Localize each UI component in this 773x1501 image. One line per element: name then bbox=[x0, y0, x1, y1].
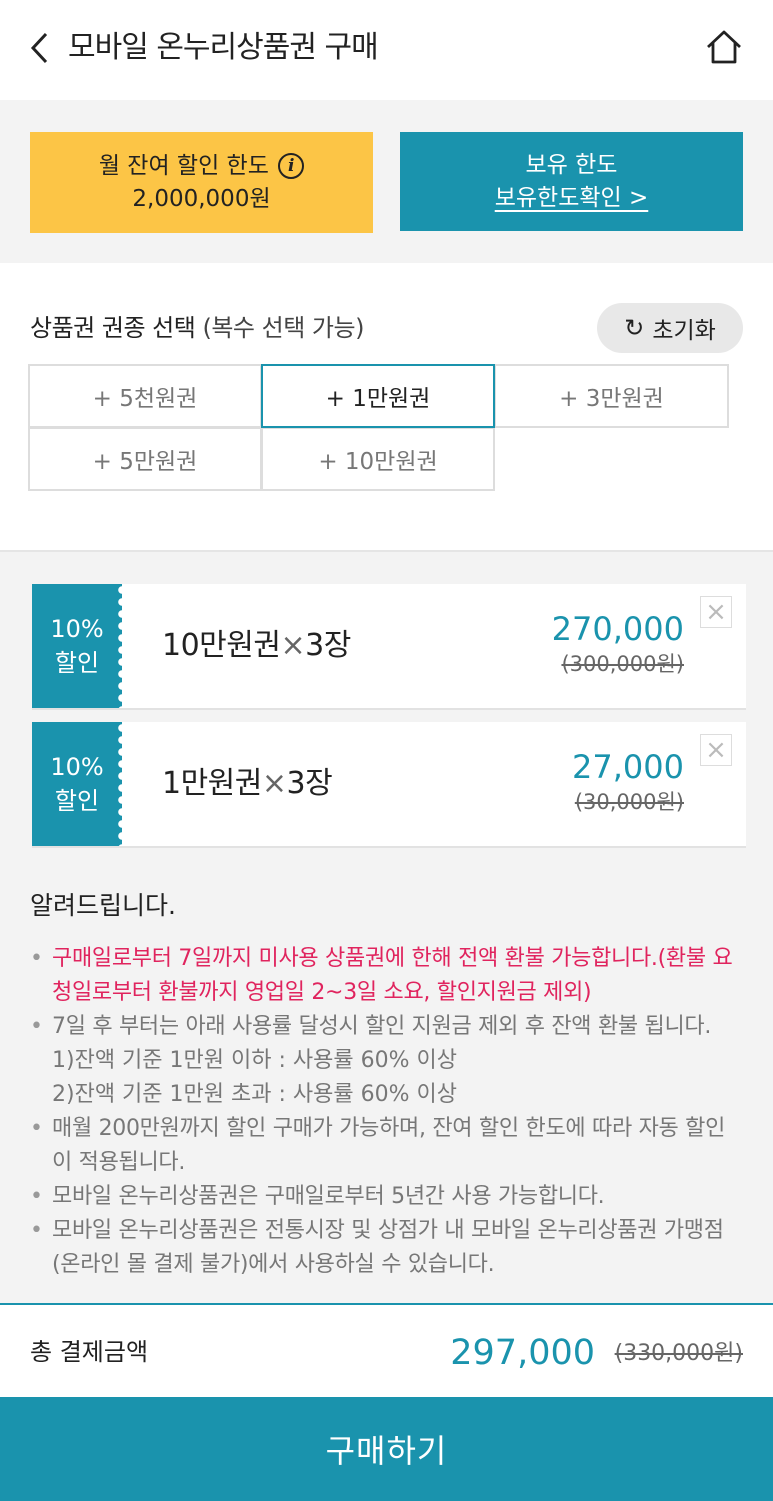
item-qty: 3장 bbox=[305, 628, 351, 663]
discount-rate: 10% bbox=[50, 615, 104, 643]
own-limit-box: 보유 한도 보유한도확인 > bbox=[400, 132, 743, 231]
chevron-left-icon bbox=[30, 32, 48, 64]
option-10k[interactable]: + 1만원권 bbox=[261, 364, 495, 428]
own-limit-label: 보유 한도 bbox=[525, 151, 618, 178]
item-voucher: 1만원권 bbox=[162, 766, 262, 801]
item-name: 10만원권×3장 bbox=[162, 626, 351, 666]
total-label: 총 결제금액 bbox=[30, 1338, 149, 1366]
option-30k[interactable]: + 3만원권 bbox=[494, 364, 729, 428]
item-name: 1만원권×3장 bbox=[162, 764, 333, 804]
select-title-sub: (복수 선택 가능) bbox=[202, 314, 364, 342]
monthly-limit-box: 월 잔여 할인 한도 i 2,000,000원 bbox=[30, 132, 373, 233]
monthly-limit-label: 월 잔여 할인 한도 bbox=[98, 152, 269, 179]
page-title: 모바일 온누리상품권 구매 bbox=[68, 30, 379, 65]
notice-list: 구매일로부터 7일까지 미사용 상품권에 한해 전액 환불 가능합니다.(환불 … bbox=[30, 942, 740, 1282]
own-limit-check-link[interactable]: 보유한도확인 > bbox=[495, 182, 649, 215]
purchase-button[interactable]: 구매하기 bbox=[0, 1397, 773, 1501]
discount-coupon: 10% 할인 bbox=[32, 584, 128, 708]
item-original-price: (300,000원) bbox=[561, 652, 684, 676]
discount-coupon: 10% 할인 bbox=[32, 722, 128, 846]
option-100k[interactable]: + 10만원권 bbox=[261, 427, 495, 491]
notice-refund-item: 구매일로부터 7일까지 미사용 상품권에 한해 전액 환불 가능합니다.(환불 … bbox=[30, 942, 740, 1010]
home-button[interactable] bbox=[703, 26, 745, 68]
app-header: 모바일 온누리상품권 구매 bbox=[0, 0, 773, 100]
close-icon: × bbox=[705, 597, 727, 627]
discount-label: 할인 bbox=[54, 787, 100, 815]
cart-item: 10% 할인 10만원권×3장 270,000 (300,000원) × bbox=[32, 584, 746, 710]
discount-rate: 10% bbox=[50, 753, 104, 781]
item-price: 270,000 bbox=[551, 610, 684, 648]
option-5k[interactable]: + 5천원권 bbox=[28, 364, 262, 428]
reset-button[interactable]: ↻ 초기화 bbox=[597, 303, 743, 353]
monthly-limit-value: 2,000,000원 bbox=[132, 185, 271, 212]
item-voucher: 10만원권 bbox=[162, 628, 281, 663]
total-bar: 총 결제금액 297,000 (330,000원) bbox=[0, 1303, 773, 1397]
voucher-select-section: 상품권 권종 선택 (복수 선택 가능) ↻ 초기화 + 5천원권 + 1만원권… bbox=[0, 263, 773, 550]
monthly-limit-label-row: 월 잔여 할인 한도 i bbox=[98, 150, 305, 183]
close-icon: × bbox=[705, 735, 727, 765]
notice-item: 7일 후 부터는 아래 사용률 달성시 할인 지원금 제외 후 잔액 환불 됩니… bbox=[30, 1010, 740, 1044]
notice-item: 매월 200만원까지 할인 구매가 가능하며, 잔여 할인 한도에 따라 자동 … bbox=[30, 1112, 740, 1180]
remove-item-button[interactable]: × bbox=[700, 596, 732, 628]
cart-item: 10% 할인 1만원권×3장 27,000 (30,000원) × bbox=[32, 722, 746, 848]
notice-item: 모바일 온누리상품권은 구매일로부터 5년간 사용 가능합니다. bbox=[30, 1180, 740, 1214]
discount-label: 할인 bbox=[54, 649, 100, 677]
item-price: 27,000 bbox=[572, 748, 684, 786]
total-price: 297,000 bbox=[450, 1333, 595, 1373]
notice-section: 알려드립니다. 구매일로부터 7일까지 미사용 상품권에 한해 전액 환불 가능… bbox=[30, 888, 740, 1282]
notice-title: 알려드립니다. bbox=[30, 891, 176, 920]
notice-sub-item: 1)잔액 기준 1만원 이하 : 사용률 60% 이상 bbox=[52, 1048, 457, 1073]
remove-item-button[interactable]: × bbox=[700, 734, 732, 766]
select-title-main: 상품권 권종 선택 bbox=[30, 314, 196, 342]
divider bbox=[0, 550, 773, 552]
notice-item: 모바일 온누리상품권은 전통시장 및 상점가 내 모바일 온누리상품권 가맹점(… bbox=[30, 1214, 740, 1282]
reset-label: 초기화 bbox=[652, 318, 716, 344]
back-button[interactable] bbox=[20, 28, 60, 68]
times-sign: × bbox=[261, 766, 287, 801]
limit-area: 월 잔여 할인 한도 i 2,000,000원 보유 한도 보유한도확인 > bbox=[0, 100, 773, 263]
info-icon[interactable]: i bbox=[278, 153, 305, 179]
item-qty: 3장 bbox=[286, 766, 333, 801]
select-title: 상품권 권종 선택 (복수 선택 가능) bbox=[30, 311, 364, 345]
home-icon bbox=[707, 30, 741, 64]
notice-sub-item: 2)잔액 기준 1만원 초과 : 사용률 60% 이상 bbox=[52, 1082, 457, 1107]
refresh-icon: ↻ bbox=[624, 314, 645, 342]
times-sign: × bbox=[280, 628, 306, 663]
total-original-price: (330,000원) bbox=[614, 1341, 743, 1366]
option-50k[interactable]: + 5만원권 bbox=[28, 427, 262, 491]
item-original-price: (30,000원) bbox=[574, 790, 684, 814]
